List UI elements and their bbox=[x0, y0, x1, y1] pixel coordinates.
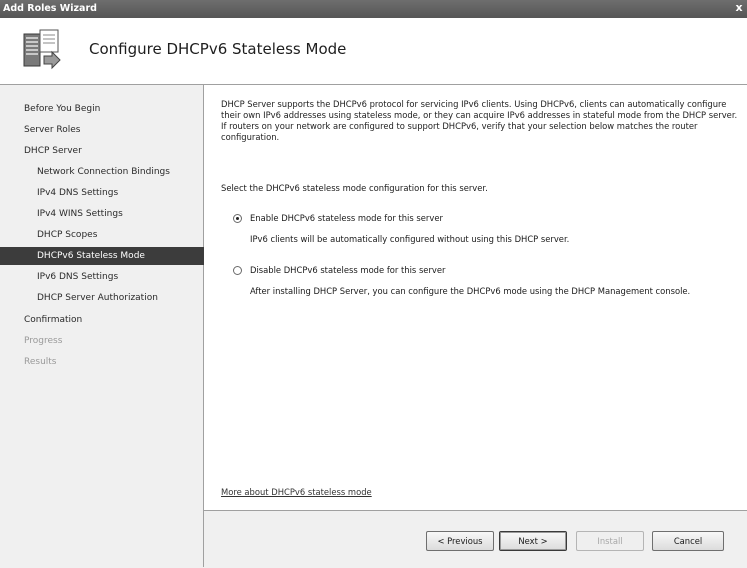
sidebar-item-before-you-begin[interactable]: Before You Begin bbox=[0, 100, 227, 118]
button-bar: < Previous Next > Install Cancel bbox=[204, 510, 747, 568]
sidebar-item-results: Results bbox=[24, 357, 57, 367]
install-button: Install bbox=[576, 531, 644, 551]
previous-button[interactable]: < Previous bbox=[426, 531, 494, 551]
disable-stateless-description: After installing DHCP Server, you can co… bbox=[250, 286, 691, 296]
next-button[interactable]: Next > bbox=[499, 531, 567, 551]
page-title: Configure DHCPv6 Stateless Mode bbox=[89, 40, 347, 58]
sidebar-item-dhcp-server[interactable]: DHCP Server bbox=[0, 142, 227, 160]
sidebar-item-confirmation[interactable]: Confirmation bbox=[0, 311, 227, 329]
server-wizard-icon bbox=[23, 29, 61, 70]
title-bar: Add Roles Wizard x bbox=[0, 0, 747, 18]
more-about-link[interactable]: More about DHCPv6 stateless mode bbox=[221, 487, 372, 497]
sidebar-item-server-roles[interactable]: Server Roles bbox=[0, 121, 227, 139]
disable-stateless-radio[interactable] bbox=[233, 266, 242, 275]
main-content: DHCP Server supports the DHCPv6 protocol… bbox=[204, 85, 747, 509]
sidebar-item-progress: Progress bbox=[24, 336, 63, 346]
intro-text: DHCP Server supports the DHCPv6 protocol… bbox=[221, 99, 738, 142]
selection-prompt: Select the DHCPv6 stateless mode configu… bbox=[221, 183, 488, 193]
window-title: Add Roles Wizard bbox=[3, 3, 97, 14]
disable-stateless-label[interactable]: Disable DHCPv6 stateless mode for this s… bbox=[250, 265, 445, 275]
enable-stateless-description: IPv6 clients will be automatically confi… bbox=[250, 234, 570, 244]
enable-stateless-radio[interactable] bbox=[233, 214, 242, 223]
cancel-button[interactable]: Cancel bbox=[652, 531, 724, 551]
enable-stateless-label[interactable]: Enable DHCPv6 stateless mode for this se… bbox=[250, 213, 443, 223]
close-icon[interactable]: x bbox=[733, 1, 745, 15]
page-header: Configure DHCPv6 Stateless Mode bbox=[0, 18, 747, 85]
wizard-steps-sidebar: Before You Begin Server Roles DHCP Serve… bbox=[0, 85, 240, 567]
add-roles-wizard-window: Add Roles Wizard x Configure DHCPv6 Stat… bbox=[0, 0, 747, 568]
